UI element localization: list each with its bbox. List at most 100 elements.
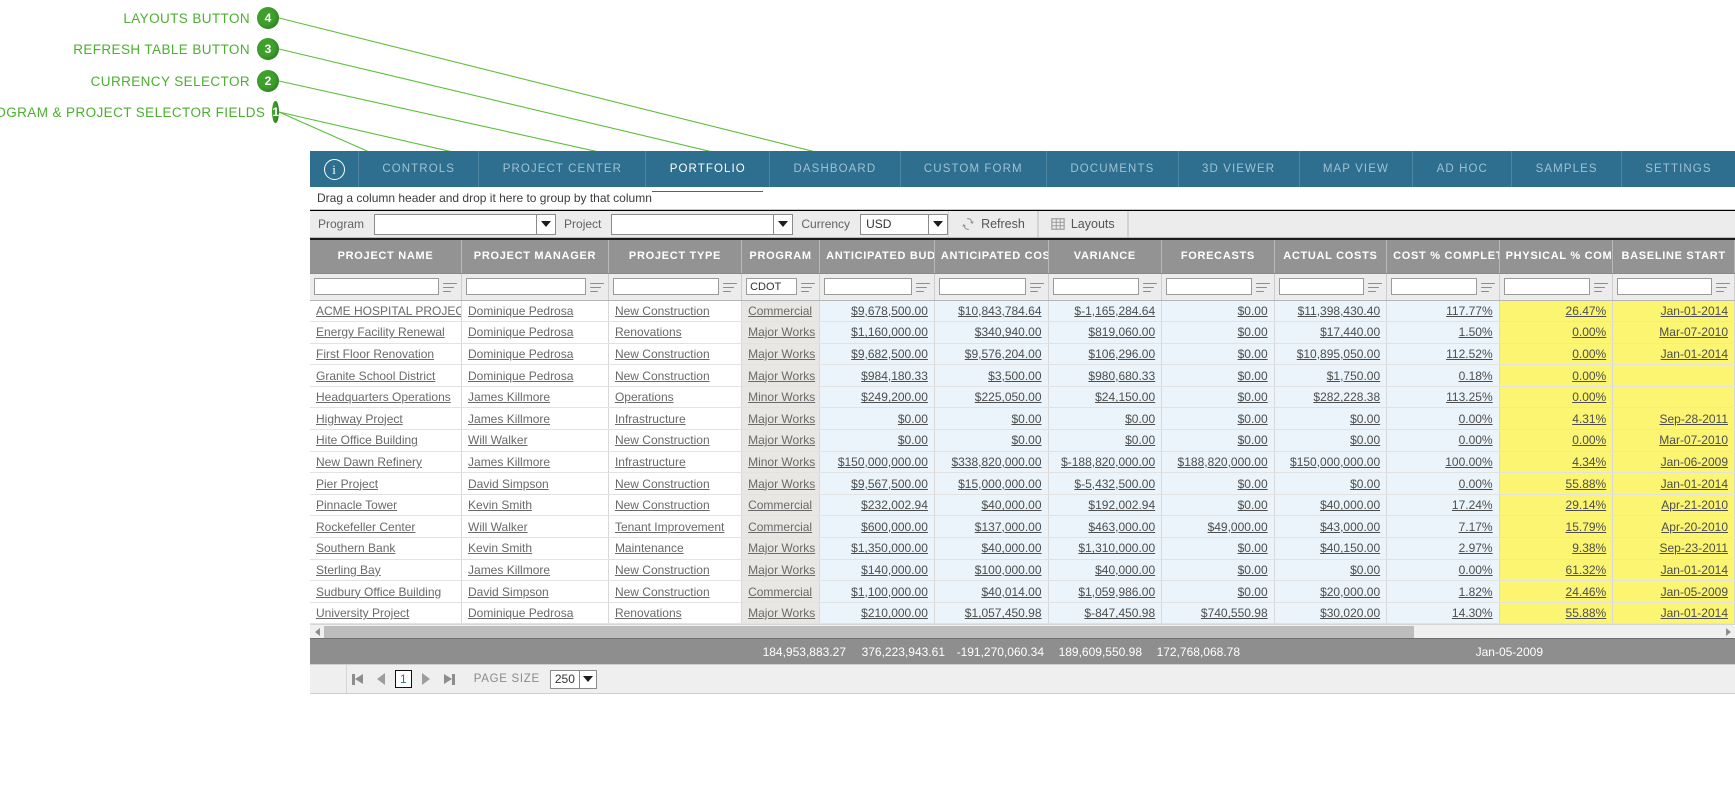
cell-link[interactable]: $40,000.00 — [1095, 563, 1155, 577]
cell-link[interactable]: $0.00 — [1238, 304, 1268, 318]
cell-link[interactable]: Apr-20-2010 — [1661, 520, 1728, 534]
cell-link[interactable]: 1.82% — [1459, 585, 1493, 599]
scrollbar-track[interactable] — [324, 625, 1721, 638]
column-header-physical-complete[interactable]: PHYSICAL % COMPLETE — [1499, 238, 1614, 274]
cell-link[interactable]: Tenant Improvement — [615, 520, 724, 534]
cell-link[interactable]: Rockefeller Center — [316, 520, 415, 534]
cell-link[interactable]: $232,002.94 — [861, 498, 928, 512]
cell-link[interactable]: 0.00% — [1459, 477, 1493, 491]
column-header-forecasts[interactable]: FORECASTS — [1161, 238, 1275, 274]
filter-menu-icon[interactable] — [1143, 280, 1158, 294]
page-size-selector[interactable]: 250 — [549, 669, 597, 689]
filter-input-baseline-start[interactable] — [1617, 278, 1712, 295]
cell-link[interactable]: $1,100,000.00 — [851, 585, 928, 599]
cell-link[interactable]: $463,000.00 — [1088, 520, 1155, 534]
filter-input-forecasts[interactable] — [1166, 278, 1252, 295]
cell-link[interactable]: 0.18% — [1459, 369, 1493, 383]
cell-link[interactable]: 113.25% — [1446, 390, 1492, 404]
tab-dashboard[interactable]: DASHBOARD — [769, 151, 899, 187]
cell-link[interactable]: $100,000.00 — [975, 563, 1042, 577]
cell-link[interactable]: 4.31% — [1572, 412, 1606, 426]
cell-link[interactable]: Commercial — [748, 585, 812, 599]
previous-page-button[interactable] — [372, 669, 389, 689]
cell-link[interactable]: $1,350,000.00 — [851, 541, 928, 555]
cell-link[interactable]: $210,000.00 — [861, 606, 928, 620]
filter-menu-icon[interactable] — [1716, 280, 1730, 294]
column-header-project-manager[interactable]: PROJECT MANAGER — [461, 238, 609, 274]
column-header-baseline-start[interactable]: BASELINE START — [1612, 238, 1735, 274]
cell-link[interactable]: $9,576,204.00 — [965, 347, 1042, 361]
cell-link[interactable]: $-5,432,500.00 — [1074, 477, 1155, 491]
tab-custom-form[interactable]: CUSTOM FORM — [899, 151, 1046, 187]
cell-link[interactable]: Minor Works — [748, 455, 815, 469]
cell-link[interactable]: 4.34% — [1572, 455, 1606, 469]
cell-link[interactable]: New Construction — [615, 563, 710, 577]
cell-link[interactable]: $150,000,000.00 — [1290, 455, 1380, 469]
cell-link[interactable]: $0.00 — [1350, 477, 1380, 491]
table-row[interactable]: Rockefeller Center Will Walker Tenant Impr… — [310, 515, 1735, 539]
cell-link[interactable]: 0.00% — [1572, 347, 1606, 361]
cell-link[interactable]: 117.77% — [1446, 304, 1492, 318]
cell-link[interactable]: 0.00% — [1459, 563, 1493, 577]
last-page-button[interactable] — [439, 669, 456, 689]
horizontal-scrollbar[interactable] — [310, 624, 1735, 639]
filter-menu-icon[interactable] — [723, 280, 738, 294]
cell-link[interactable]: David Simpson — [468, 585, 549, 599]
cell-link[interactable]: $-188,820,000.00 — [1061, 455, 1155, 469]
cell-link[interactable]: $49,000.00 — [1208, 520, 1268, 534]
cell-link[interactable]: $9,567,500.00 — [851, 477, 928, 491]
cell-link[interactable]: $225,050.00 — [975, 390, 1042, 404]
page-size-dropdown-arrow[interactable] — [578, 670, 596, 688]
column-header-actual-costs[interactable]: ACTUAL COSTS — [1274, 238, 1388, 274]
cell-link[interactable]: 17.24% — [1452, 498, 1493, 512]
cell-link[interactable]: $-847,450.98 — [1084, 606, 1155, 620]
cell-link[interactable]: Major Works — [748, 606, 815, 620]
cell-link[interactable]: Renovations — [615, 606, 682, 620]
filter-menu-icon[interactable] — [1029, 280, 1044, 294]
cell-link[interactable]: $1,750.00 — [1327, 369, 1380, 383]
tab-controls[interactable]: CONTROLS — [358, 151, 478, 187]
cell-link[interactable]: 0.00% — [1459, 412, 1493, 426]
cell-link[interactable]: Major Works — [748, 541, 815, 555]
cell-link[interactable]: $600,000.00 — [861, 520, 928, 534]
cell-link[interactable]: First Floor Renovation — [316, 347, 434, 361]
cell-link[interactable]: Dominique Pedrosa — [468, 347, 573, 361]
cell-link[interactable]: $0.00 — [898, 412, 928, 426]
filter-input-variance[interactable] — [1052, 278, 1140, 295]
cell-link[interactable]: Apr-21-2010 — [1661, 498, 1728, 512]
column-header-anticipated-budget[interactable]: ANTICIPATED BUDGET — [819, 238, 935, 274]
cell-link[interactable]: $9,682,500.00 — [851, 347, 928, 361]
cell-link[interactable]: $0.00 — [1238, 433, 1268, 447]
cell-link[interactable]: 55.88% — [1566, 477, 1607, 491]
cell-link[interactable]: $137,000.00 — [975, 520, 1042, 534]
cell-link[interactable]: Major Works — [748, 433, 815, 447]
cell-link[interactable]: 112.52% — [1446, 347, 1492, 361]
filter-menu-icon[interactable] — [443, 280, 458, 294]
cell-link[interactable]: $0.00 — [1350, 563, 1380, 577]
cell-link[interactable]: Minor Works — [748, 390, 815, 404]
cell-link[interactable]: Kevin Smith — [468, 498, 532, 512]
cell-link[interactable]: Infrastructure — [615, 455, 686, 469]
cell-link[interactable]: Jan-06-2009 — [1661, 455, 1728, 469]
filter-input-program[interactable]: CDOT — [746, 278, 798, 295]
tab-map-view[interactable]: MAP VIEW — [1298, 151, 1413, 187]
cell-link[interactable]: 26.47% — [1566, 304, 1607, 318]
cell-link[interactable]: $43,000.00 — [1320, 520, 1380, 534]
cell-link[interactable]: Commercial — [748, 520, 812, 534]
cell-link[interactable]: $140,000.00 — [861, 563, 928, 577]
project-selector[interactable] — [611, 213, 794, 235]
scrollbar-thumb[interactable] — [324, 625, 1414, 638]
cell-link[interactable]: $192,002.94 — [1088, 498, 1155, 512]
cell-link[interactable]: 1.50% — [1459, 325, 1493, 339]
cell-link[interactable]: Sudbury Office Building — [316, 585, 441, 599]
cell-link[interactable]: Dominique Pedrosa — [468, 325, 573, 339]
table-row[interactable]: Pier Project David Simpson New Constructio… — [310, 472, 1735, 495]
cell-link[interactable]: $40,014.00 — [981, 585, 1041, 599]
filter-menu-icon[interactable] — [915, 280, 930, 294]
project-dropdown-arrow[interactable] — [773, 214, 793, 234]
cell-link[interactable]: Major Works — [748, 477, 815, 491]
filter-menu-icon[interactable] — [1255, 280, 1270, 294]
cell-link[interactable]: New Construction — [615, 347, 710, 361]
table-row[interactable]: Sudbury Office Building David Simpson New … — [310, 580, 1735, 603]
cell-link[interactable]: Sep-23-2011 — [1660, 541, 1729, 555]
